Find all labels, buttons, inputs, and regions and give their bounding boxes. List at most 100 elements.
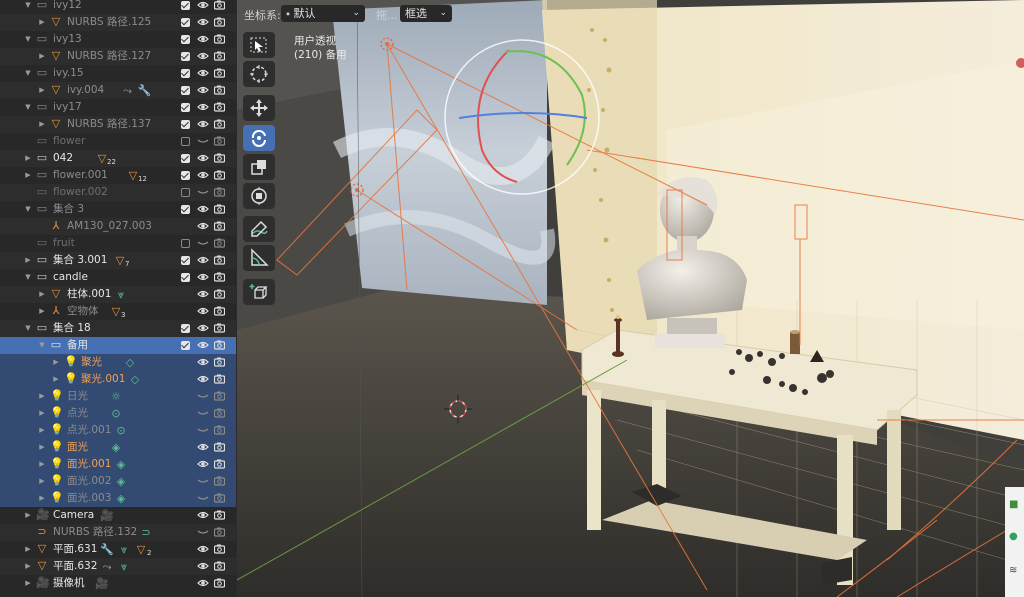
transform-tool[interactable] <box>243 183 275 209</box>
exclude-checkbox[interactable] <box>181 205 190 214</box>
outliner-row[interactable]: ▶ 🎥 摄像机 🎥 <box>0 575 236 592</box>
render-camera-icon[interactable] <box>214 51 225 61</box>
eye-icon[interactable] <box>197 102 209 112</box>
eye-closed-icon[interactable] <box>197 408 209 418</box>
render-camera-icon[interactable] <box>214 153 225 163</box>
eye-icon[interactable] <box>197 510 209 520</box>
outliner-row[interactable]: ▼ ▭ 集合 3 <box>0 201 236 218</box>
exclude-checkbox[interactable] <box>181 154 190 163</box>
outliner-row[interactable]: ▶ 💡 聚光.001 ◇ <box>0 371 236 388</box>
eye-icon[interactable] <box>197 17 209 27</box>
render-camera-icon[interactable] <box>214 272 225 282</box>
expand-closed-icon[interactable]: ▶ <box>38 493 46 503</box>
area-light-icon[interactable]: ◈ <box>109 441 123 454</box>
expand-open-icon[interactable]: ▼ <box>24 34 32 44</box>
area-light-icon[interactable]: ◈ <box>114 475 128 488</box>
expand-closed-icon[interactable]: ▶ <box>24 544 32 554</box>
render-camera-icon[interactable] <box>214 238 225 248</box>
outliner-row[interactable]: ▶ 💡 面光.003 ◈ <box>0 490 236 507</box>
render-camera-icon[interactable] <box>214 527 225 537</box>
expand-closed-icon[interactable]: ▶ <box>38 289 46 299</box>
outliner-row[interactable]: ▶ ▭ flower.001 ▽ 12 <box>0 167 236 184</box>
exclude-checkbox[interactable] <box>181 35 190 44</box>
exclude-checkbox[interactable] <box>181 120 190 129</box>
side-panel-strip[interactable]: ■ ● ≋ <box>1005 487 1024 597</box>
expand-open-icon[interactable]: ▼ <box>24 102 32 112</box>
vertex-group-icon[interactable]: ⩔ <box>114 288 128 301</box>
render-camera-icon[interactable] <box>214 34 225 44</box>
outliner-row[interactable]: ▶ ▭ 042 ▽ 22 <box>0 150 236 167</box>
outliner-row[interactable]: ▼ ▭ ivy17 <box>0 99 236 116</box>
expand-closed-icon[interactable]: ▶ <box>38 425 46 435</box>
eye-closed-icon[interactable] <box>197 136 209 146</box>
expand-closed-icon[interactable]: ▶ <box>38 119 46 129</box>
expand-closed-icon[interactable]: ▶ <box>52 357 60 367</box>
expand-closed-icon[interactable]: ▶ <box>38 306 46 316</box>
expand-closed-icon[interactable]: ▶ <box>38 51 46 61</box>
sun-icon[interactable]: ☼ <box>109 390 123 403</box>
exclude-checkbox[interactable] <box>181 137 190 146</box>
render-camera-icon[interactable] <box>214 221 225 231</box>
eye-icon[interactable] <box>197 442 209 452</box>
eye-icon[interactable] <box>197 255 209 265</box>
outliner-row[interactable]: ▶ 💡 点光 ⊙ <box>0 405 236 422</box>
point-light-icon[interactable]: ⊙ <box>109 407 123 420</box>
modifier-icon[interactable]: 🔧 <box>100 543 114 556</box>
eye-closed-icon[interactable] <box>197 187 209 197</box>
eye-icon[interactable] <box>197 85 209 95</box>
expand-closed-icon[interactable]: ▶ <box>24 561 32 571</box>
exclude-checkbox[interactable] <box>181 1 190 10</box>
select-box-tool[interactable] <box>243 32 275 58</box>
annotate-tool[interactable] <box>243 216 275 242</box>
add-cube-tool[interactable] <box>243 279 275 305</box>
vertex-group-icon[interactable]: ⩔ <box>117 543 131 556</box>
eye-icon[interactable] <box>197 459 209 469</box>
render-camera-icon[interactable] <box>214 493 225 503</box>
render-camera-icon[interactable] <box>214 340 225 350</box>
render-camera-icon[interactable] <box>214 119 225 129</box>
area-light-icon[interactable]: ◈ <box>114 492 128 505</box>
eye-closed-icon[interactable] <box>197 391 209 401</box>
outliner-row[interactable]: ▼ ▭ 备用 <box>0 337 236 354</box>
render-camera-icon[interactable] <box>214 0 225 10</box>
exclude-checkbox[interactable] <box>181 86 190 95</box>
outliner-row[interactable]: ▶ ▭ 集合 3.001 ▽ 7 <box>0 252 236 269</box>
expand-closed-icon[interactable]: ▶ <box>24 578 32 588</box>
light-data-icon[interactable]: ◇ <box>123 356 137 369</box>
eye-icon[interactable] <box>197 578 209 588</box>
expand-closed-icon[interactable]: ▶ <box>38 408 46 418</box>
outliner-row[interactable]: ⊃ NURBS 路径.132 ⊃ <box>0 524 236 541</box>
outliner-row[interactable]: ▼ ▭ ivy.15 <box>0 65 236 82</box>
outliner-row[interactable]: ▼ ▭ 集合 18 <box>0 320 236 337</box>
expand-closed-icon[interactable]: ▶ <box>38 459 46 469</box>
expand-open-icon[interactable]: ▼ <box>24 68 32 78</box>
eye-icon[interactable] <box>197 357 209 367</box>
light-data-icon[interactable]: ◇ <box>128 373 142 386</box>
render-camera-icon[interactable] <box>214 136 225 146</box>
render-camera-icon[interactable] <box>214 357 225 367</box>
render-camera-icon[interactable] <box>214 187 225 197</box>
rotate-tool[interactable] <box>243 125 275 151</box>
outliner-row[interactable]: ▶ 💡 面光 ◈ <box>0 439 236 456</box>
expand-closed-icon[interactable]: ▶ <box>24 510 32 520</box>
exclude-checkbox[interactable] <box>181 171 190 180</box>
outliner-row[interactable]: ▶ ▽ NURBS 路径.125 <box>0 14 236 31</box>
render-camera-icon[interactable] <box>214 255 225 265</box>
vertex-group-icon[interactable]: ⩔ <box>117 560 131 573</box>
outliner-row[interactable]: ▶ ▽ ivy.004 ⤳ 🔧 <box>0 82 236 99</box>
outliner-row[interactable]: ▼ ▭ ivy12 <box>0 0 236 14</box>
render-camera-icon[interactable] <box>214 544 225 554</box>
outliner-row[interactable]: ▶ 💡 面光.002 ◈ <box>0 473 236 490</box>
outliner-row[interactable]: ▶ ⅄ 空物体 ▽ 3 <box>0 303 236 320</box>
render-camera-icon[interactable] <box>214 561 225 571</box>
eye-icon[interactable] <box>197 544 209 554</box>
constraint-icon[interactable]: ⤳ <box>100 560 114 573</box>
exclude-checkbox[interactable] <box>181 52 190 61</box>
orientation-dropdown[interactable]: ⬩ 默认 ⌄ <box>281 5 365 22</box>
expand-open-icon[interactable]: ▼ <box>24 204 32 214</box>
exclude-checkbox[interactable] <box>181 188 190 197</box>
mesh-data-icon[interactable]: ▽ <box>134 543 148 556</box>
eye-icon[interactable] <box>197 323 209 333</box>
outliner-row[interactable]: ▶ ▽ 柱体.001 ⩔ <box>0 286 236 303</box>
eye-icon[interactable] <box>197 561 209 571</box>
